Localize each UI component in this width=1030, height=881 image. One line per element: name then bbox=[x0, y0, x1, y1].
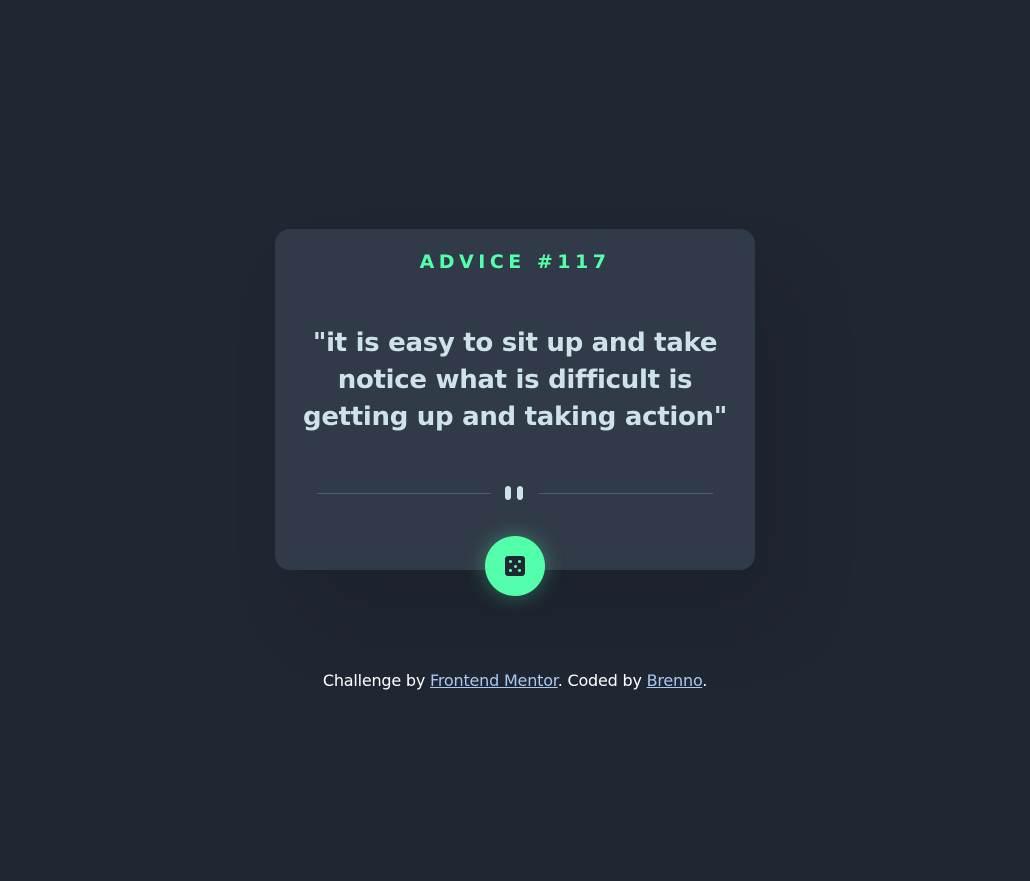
dice-icon bbox=[505, 556, 525, 576]
divider-line-left bbox=[317, 493, 491, 494]
attribution-prefix: Challenge by bbox=[322, 671, 431, 690]
attribution-suffix: . bbox=[702, 671, 708, 690]
divider-line-right bbox=[539, 493, 713, 494]
divider bbox=[317, 486, 713, 502]
attribution: Challenge by Frontend Mentor. Coded by B… bbox=[0, 670, 1030, 692]
new-advice-button[interactable] bbox=[485, 536, 545, 596]
frontend-mentor-link[interactable]: Frontend Mentor bbox=[430, 671, 558, 690]
author-link[interactable]: Brenno bbox=[647, 671, 703, 690]
advice-id: ADVICE #117 bbox=[419, 251, 611, 273]
advice-card: ADVICE #117 "it is easy to sit up and ta… bbox=[275, 229, 755, 596]
advice-quote: "it is easy to sit up and take notice wh… bbox=[303, 328, 727, 432]
pause-icon bbox=[505, 486, 525, 502]
attribution-middle: . Coded by bbox=[557, 671, 647, 690]
